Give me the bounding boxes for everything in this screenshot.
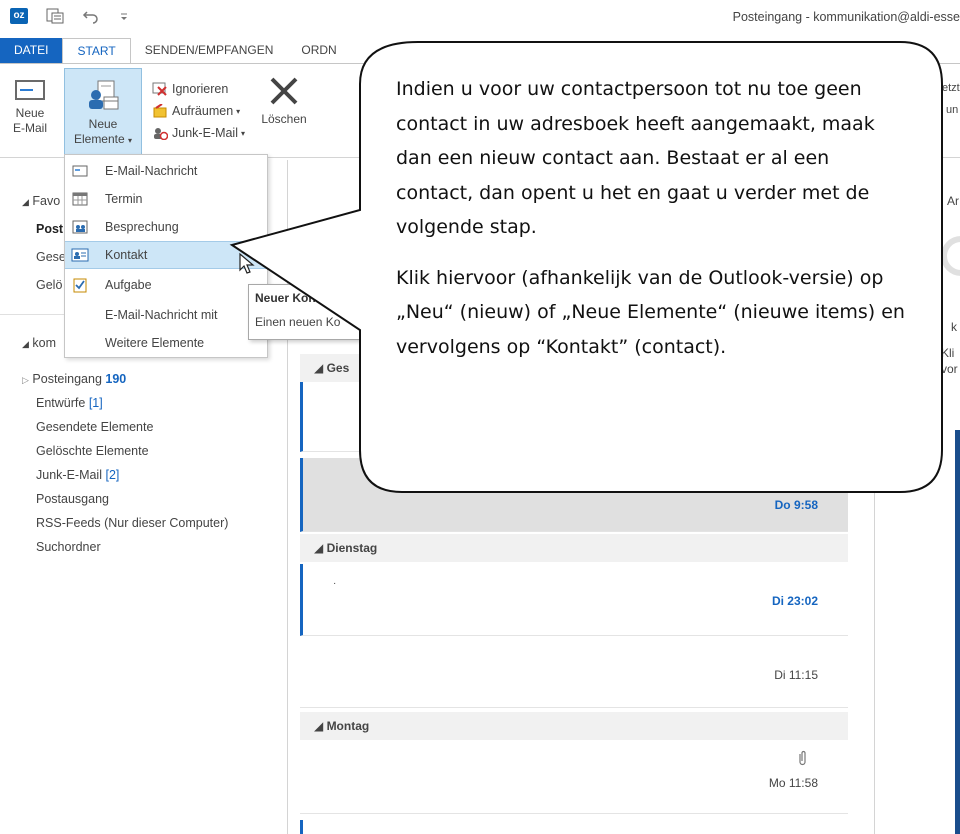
tab-senden-empfangen[interactable]: SENDEN/EMPFANGEN (131, 38, 288, 64)
folder-gesendete[interactable]: Gesendete Elemente (36, 420, 153, 434)
avatar-ring (941, 236, 960, 276)
unread-count: 190 (105, 372, 127, 386)
cleanup-dropdown-icon: ▾ (236, 106, 241, 116)
undo-icon[interactable] (82, 8, 100, 24)
tab-datei[interactable]: DATEI (0, 38, 63, 64)
folder-rss[interactable]: RSS-Feeds (Nur dieser Computer) (36, 516, 228, 530)
contact-card-icon (71, 248, 89, 262)
folder-postausgang[interactable]: Postausgang (36, 492, 109, 506)
callout-paragraph-1: Indien u voor uw contactpersoon tot nu t… (396, 78, 875, 238)
delete-label: Löschen (261, 112, 307, 126)
message-preview-dot: · (333, 578, 337, 589)
ribbon-partial-label-1: etzt (942, 82, 960, 94)
message-time: Do 9:58 (774, 498, 818, 512)
cleanup-button[interactable]: Aufräumen ▾ (152, 100, 245, 122)
menu-item-weitere[interactable]: Weitere Elemente (65, 329, 267, 357)
new-items-button[interactable]: Neue Elemente ▾ (64, 68, 142, 156)
junk-button[interactable]: Junk-E-Mail ▾ (152, 122, 245, 144)
new-email-button[interactable]: Neue E-Mail (2, 80, 58, 152)
reading-pane-text-3: Kli (941, 346, 955, 360)
email-message-icon (72, 165, 88, 177)
ribbon-tabs: DATEI START SENDEN/EMPFANGEN ORDN (0, 38, 960, 64)
cleanup-group: Ignorieren Aufräumen ▾ Junk-E-Mail ▾ (152, 78, 245, 144)
menu-item-termin[interactable]: Termin (65, 185, 267, 213)
junk-count: [2] (105, 468, 120, 482)
kontakt-tooltip: Neuer Kontakt Einen neuen Ko (248, 284, 368, 340)
junk-label: Junk-E-Mail (172, 126, 238, 140)
fav-item-geloeschte[interactable]: Gelö (36, 278, 62, 292)
customize-qat-icon[interactable] (118, 8, 136, 24)
quick-access-toolbar: oz (10, 8, 136, 24)
callout-paragraph-2: Klik hiervoor (afhankelijk van de Outloo… (396, 266, 905, 358)
junk-icon (154, 128, 168, 140)
outlook-app-icon[interactable]: oz (10, 8, 28, 24)
folder-suchordner[interactable]: Suchordner (36, 540, 101, 554)
cleanup-icon (153, 104, 167, 118)
callout-text: Indien u voor uw contactpersoon tot nu t… (396, 72, 912, 364)
reading-pane-text-2: k (951, 320, 957, 334)
draft-count: [1] (88, 396, 103, 410)
tab-ordner[interactable]: ORDN (287, 38, 350, 64)
tooltip-title: Neuer Kontakt (255, 291, 338, 305)
filter-all[interactable]: Alle (300, 226, 325, 243)
new-items-icon (89, 80, 119, 110)
junk-dropdown-icon: ▾ (241, 128, 246, 138)
tab-start[interactable]: START (62, 38, 131, 64)
attachment-icon (799, 750, 806, 766)
message-item[interactable]: Mo 11:58 (300, 740, 848, 814)
delete-button[interactable]: Löschen (256, 74, 312, 150)
menu-item-aufgabe[interactable]: Aufgabe (65, 271, 267, 299)
task-icon (73, 278, 87, 293)
collapse-triangle-icon: ◢ (22, 339, 29, 349)
menu-item-email[interactable]: E-Mail-Nachricht (65, 157, 267, 185)
fav-item-posteingang[interactable]: Post (36, 222, 63, 236)
window-title: Posteingang - kommunikation@aldi-esse (732, 10, 960, 24)
message-item[interactable]: · Di 23:02 (300, 564, 848, 636)
reading-pane-image (955, 430, 960, 834)
appointment-icon (72, 192, 88, 206)
ignore-icon (152, 82, 167, 96)
dropdown-arrow-icon: ▾ (128, 136, 133, 145)
delete-icon (270, 77, 298, 105)
ignore-button[interactable]: Ignorieren (152, 78, 245, 100)
title-bar: oz Posteingang - kommunikation@aldi-esse (0, 0, 960, 36)
reading-pane-text-1: Ar (947, 194, 959, 208)
new-email-icon (15, 80, 45, 100)
message-time: Mo 11:58 (768, 776, 818, 790)
new-email-label-line2: E-Mail (12, 121, 47, 135)
send-receive-icon[interactable] (46, 8, 64, 24)
account-header[interactable]: ◢ kom (22, 336, 56, 350)
message-item[interactable]: Di 11:15 (300, 638, 848, 708)
folder-geloeschte[interactable]: Gelöschte Elemente (36, 444, 149, 458)
reading-pane-text-4: vor (941, 362, 958, 376)
mouse-cursor-icon (239, 252, 255, 274)
meeting-icon (72, 220, 88, 234)
message-item-bar (300, 820, 303, 834)
message-time: Di 23:02 (771, 594, 818, 608)
cleanup-label: Aufräumen (172, 104, 234, 118)
collapse-triangle-icon: ◢ (22, 197, 29, 207)
new-email-label-line1: Neue (15, 106, 45, 120)
ribbon-partial-label-2: un (946, 104, 959, 116)
new-items-label-line2: Elemente ▾ (73, 132, 133, 146)
message-time: Di 11:15 (774, 668, 818, 682)
expand-triangle-icon: ▷ (22, 375, 29, 385)
folder-junk[interactable]: Junk-E-Mail [2] (36, 468, 119, 482)
folder-posteingang[interactable]: ▷ Posteingang 190 (22, 372, 126, 386)
group-montag[interactable]: ◢ Montag (300, 712, 848, 740)
group-dienstag[interactable]: ◢ Dienstag (300, 534, 848, 562)
menu-item-besprechung[interactable]: Besprechung (65, 213, 267, 241)
message-item-selected[interactable]: Do 9:58 (300, 458, 848, 532)
message-item[interactable] (300, 382, 848, 452)
favorites-header[interactable]: ◢ Favo (22, 194, 60, 208)
menu-item-email-with[interactable]: E-Mail-Nachricht mit (65, 301, 267, 329)
tooltip-body: Einen neuen Ko (255, 315, 341, 329)
new-items-label-line1: Neue (88, 117, 118, 131)
ignore-label: Ignorieren (172, 82, 229, 96)
folder-entwuerfe[interactable]: Entwürfe [1] (36, 396, 103, 410)
fav-item-gesendete[interactable]: Gese (36, 250, 66, 264)
menu-item-kontakt[interactable]: Kontakt (65, 241, 267, 269)
